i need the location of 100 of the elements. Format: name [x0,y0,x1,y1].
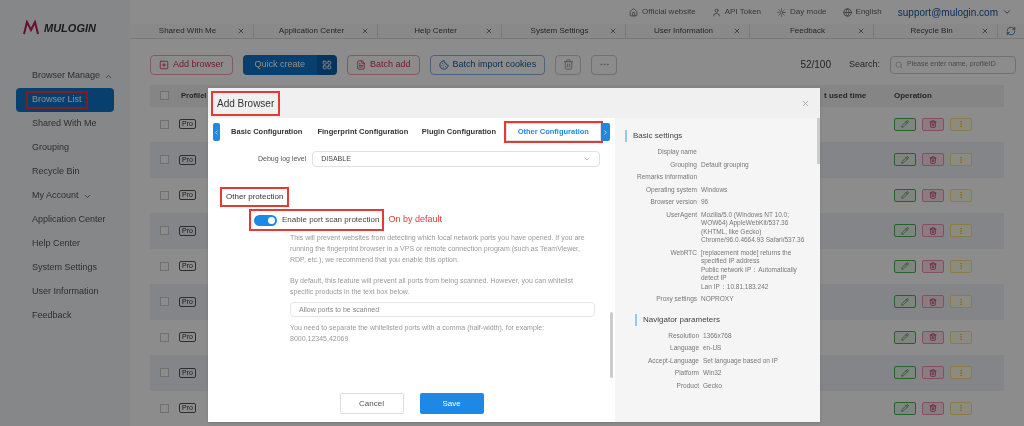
more-button[interactable] [950,401,972,415]
checkbox[interactable] [160,261,169,271]
more-button[interactable] [950,188,972,202]
trash-icon [929,333,937,342]
section-heading: Basic settings [625,130,808,142]
pencil-icon [901,226,909,235]
checkbox[interactable] [160,403,169,413]
more-icon [957,404,965,413]
checkbox[interactable] [160,368,169,378]
toggle-switch[interactable] [254,214,277,226]
edit-button[interactable] [894,295,916,309]
page-tab[interactable]: Shared With Me [130,24,254,38]
edit-button[interactable] [894,188,916,202]
delete-button[interactable] [922,295,944,309]
close-icon[interactable] [361,26,369,35]
more-icon [957,368,965,377]
delete-button[interactable] [922,188,944,202]
pencil-icon [901,368,909,377]
close-icon[interactable] [485,26,493,35]
checkbox[interactable] [160,297,169,307]
sidebar-group[interactable]: Application Center [0,208,130,232]
header-link[interactable]: Day mode [790,6,827,19]
page-tab[interactable]: Application Center [254,24,378,38]
checkbox[interactable] [160,91,169,100]
sidebar-item[interactable]: Grouping [16,136,114,160]
close-icon[interactable] [237,26,245,35]
save-button[interactable]: Save [419,393,484,414]
sidebar-group[interactable]: Browser Manage [0,64,130,88]
chevron-left-icon[interactable] [213,123,220,141]
pencil-icon [901,333,909,342]
checkbox[interactable] [160,155,169,165]
quick-create-button[interactable]: Quick create [242,54,318,75]
batch-import-cookies-button[interactable]: Batch import cookies [429,54,546,75]
sidebar-group[interactable]: Help Center [0,232,130,256]
edit-button[interactable] [894,330,916,344]
more-button[interactable] [950,330,972,344]
delete-button[interactable] [922,117,944,131]
delete-button[interactable] [922,330,944,344]
column-header: Operation [894,89,933,102]
delete-button[interactable] [922,153,944,167]
close-icon[interactable] [733,26,741,35]
page-tab[interactable]: User Information [626,24,750,38]
trash-icon [929,155,937,164]
delete-button[interactable] [922,259,944,273]
more-button[interactable] [950,153,972,167]
edit-button[interactable] [894,366,916,380]
chevron-right-icon[interactable] [601,123,610,141]
more-icon [957,333,965,342]
toggle-label: Enable port scan protection [282,214,380,226]
header-link[interactable]: API Token [724,6,762,19]
checkbox[interactable] [160,119,169,129]
close-icon[interactable] [801,98,810,108]
account-link[interactable]: support@mulogin.com [897,4,998,20]
sidebar-group[interactable]: Feedback [0,304,130,328]
batch-add-button[interactable]: Batch add [347,54,420,75]
page-tab[interactable]: Recycle Bin [874,24,998,38]
globe-icon [842,7,852,17]
sidebar-item[interactable]: Recycle Bin [16,160,114,184]
delete-button[interactable] [555,54,582,75]
sidebar-group[interactable]: User Information [0,280,130,304]
more-button[interactable] [950,295,972,309]
close-icon[interactable] [609,26,617,35]
more-button[interactable] [950,259,972,273]
delete-button[interactable] [922,401,944,415]
more-button[interactable] [950,366,972,380]
cancel-button[interactable]: Cancel [339,393,404,414]
page-tab[interactable]: Help Center [378,24,502,38]
edit-button[interactable] [894,401,916,415]
edit-button[interactable] [894,153,916,167]
delete-button[interactable] [922,366,944,380]
header-link[interactable]: Official website [642,6,696,19]
page-tab[interactable]: System Settings [502,24,626,38]
close-icon[interactable] [857,26,865,35]
edit-button[interactable] [894,224,916,238]
sidebar-group[interactable]: System Settings [0,256,130,280]
header-link[interactable]: English [855,6,882,19]
refresh-icon [1006,25,1016,36]
search-label: Search: [848,57,880,71]
more-button[interactable] [591,54,618,75]
edit-button[interactable] [894,117,916,131]
sidebar-group[interactable]: My Account [0,184,130,208]
more-button[interactable] [950,117,972,131]
checkbox[interactable] [160,190,169,200]
sun-icon [777,7,787,17]
edit-button[interactable] [894,259,916,273]
checkbox[interactable] [160,226,169,236]
page-tab[interactable]: Feedback [750,24,874,38]
grid-button[interactable] [317,54,338,75]
more-button[interactable] [950,224,972,238]
sidebar-item[interactable]: Shared With Me [16,112,114,136]
column-header[interactable]: t used time [824,89,894,102]
section-heading: Navigator parameters [635,313,808,326]
close-icon[interactable] [981,26,989,35]
delete-button[interactable] [922,224,944,238]
add-browser-button[interactable]: Add browser [150,54,233,75]
checkbox[interactable] [160,332,169,342]
trash-icon [929,297,937,306]
trash-icon [929,120,937,129]
home-icon [629,7,639,17]
sidebar-item[interactable]: Browser List [16,88,114,112]
